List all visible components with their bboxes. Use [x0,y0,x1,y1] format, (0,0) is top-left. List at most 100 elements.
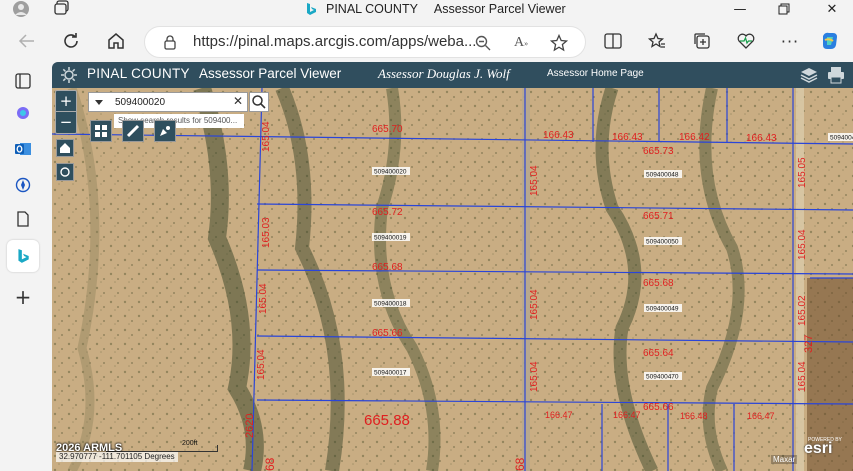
dim-165-04-v1: 165.04 [261,121,272,152]
draw-tool-button[interactable] [154,120,176,142]
restore-button[interactable] [770,0,798,18]
dim-166-47-c: 166.47 [747,411,775,421]
sidebar-outlook-icon[interactable] [12,138,34,160]
app-county-title: PINAL COUNTY [87,66,190,81]
dim-166-43-c: 166.43 [746,133,777,144]
dim-165-04-v3: 165.04 [256,349,267,380]
refresh-icon [64,33,78,48]
app-viewer-title: Assessor Parcel Viewer [199,66,342,81]
collections-icon[interactable] [691,30,713,52]
parcel-search-box: ✕ [88,92,248,112]
dim-327: 327 [803,335,815,353]
dim-165-04-e: 165.04 [797,229,808,260]
dim-2620: 2620 [244,414,256,438]
copilot-icon[interactable] [819,30,841,52]
print-icon[interactable] [827,66,845,84]
sidebar-bing-icon[interactable] [12,245,34,267]
assessor-name: Assessor Douglas J. Wolf [378,66,510,81]
back-arrow-icon [18,34,34,48]
dim-166-42: 166.42 [679,132,710,143]
locate-icon [60,167,70,177]
profile-avatar-icon[interactable] [10,0,32,18]
satellite-map[interactable]: 665.70 166.43 166.43 166.42 166.43 665.7… [52,88,853,471]
dim-166-43-b: 166.43 [612,132,643,143]
home-extent-icon [60,143,70,153]
url-text[interactable]: https://pinal.maps.arcgis.com/apps/weba.… [193,33,476,50]
parcel-id-509400050[interactable]: 509400050 [646,239,679,246]
locate-button[interactable] [56,163,74,181]
split-screen-icon[interactable] [602,30,624,52]
dim-165-04-e2: 165.04 [797,361,808,392]
dim-68-w: 68 [263,457,277,471]
favorite-star-icon[interactable] [549,33,569,53]
browser-essentials-icon[interactable] [735,30,757,52]
dim-665-73: 665.73 [643,146,674,157]
parcel-id-509400470[interactable]: 509400470 [646,374,679,381]
address-bar[interactable]: https://pinal.maps.arcgis.com/apps/weba.… [144,26,586,58]
grid-icon [95,125,107,137]
dim-166-48: 166.48 [680,411,708,421]
parcel-search-input[interactable] [115,94,225,110]
dim-165-04-road1: 165.04 [529,165,540,196]
layers-icon[interactable] [800,66,818,84]
bing-tab-icon [307,3,316,15]
dim-665-66-b: 665.66 [643,402,674,413]
ruler-icon [126,124,140,138]
assessor-home-link[interactable]: Assessor Home Page [547,68,644,79]
clear-search-icon[interactable]: ✕ [233,94,243,108]
dim-665-64: 665.64 [643,348,674,359]
sidebar-copilot-icon[interactable] [12,102,34,124]
lock-icon [164,35,176,50]
tab-actions-icon[interactable] [54,0,72,16]
dim-665-66: 665.66 [372,328,403,339]
home-button[interactable] [103,28,129,54]
favorites-icon[interactable] [646,30,668,52]
refresh-button[interactable] [58,28,84,54]
dim-166-47-b: 166.47 [613,410,641,420]
sidebar-tabs-icon[interactable] [12,70,34,92]
dim-165-03-v: 165.03 [261,217,272,248]
zoom-magnifier-icon[interactable] [473,33,493,53]
minimize-button[interactable]: — [726,0,754,18]
coordinate-readout: 32.970777 -111.701105 Degrees [56,452,178,462]
draw-icon [160,126,170,136]
parcel-id-509400017[interactable]: 509400017 [374,370,407,377]
more-options-icon[interactable]: ··· [779,30,801,52]
parcel-id-509400018[interactable]: 509400018 [374,301,407,308]
zoom-in-button[interactable]: + [56,91,76,111]
home-extent-button[interactable] [56,139,74,157]
dim-165-04-road2: 165.04 [529,289,540,320]
close-window-button[interactable]: ✕ [818,0,846,18]
app-header: PINAL COUNTY Assessor Parcel Viewer Asse… [52,62,853,88]
parcel-id-509400049[interactable]: 509400049 [646,306,679,313]
dim-665-68-b: 665.68 [643,278,674,289]
back-button[interactable] [14,28,40,54]
dim-665-70: 665.70 [372,124,403,135]
sidebar-add-icon[interactable]: + [12,285,34,309]
parcel-id-509400020[interactable]: 509400020 [374,169,407,176]
dim-68-road: 68 [513,457,527,471]
sidebar-games-icon[interactable] [12,174,34,196]
parcel-id-509400480[interactable]: 509400480 [830,135,853,142]
dim-665-71: 665.71 [643,211,674,222]
scale-label: 200ft [182,440,198,447]
measure-button[interactable] [122,120,144,142]
dim-165-02-e: 165.02 [797,295,808,326]
dim-665-68: 665.68 [372,262,403,273]
parcel-id-509400019[interactable]: 509400019 [374,235,407,242]
search-source-dropdown-icon[interactable] [93,96,105,108]
search-button[interactable] [249,92,269,112]
dim-665-88: 665.88 [364,412,410,429]
county-seal-icon [61,67,77,83]
sidebar-document-icon[interactable] [12,208,34,230]
read-aloud-icon[interactable]: A» [511,33,531,53]
home-icon [108,33,124,49]
dim-165-04-road3: 165.04 [529,361,540,392]
parcel-id-509400048[interactable]: 509400048 [646,172,679,179]
dim-166-43-a: 166.43 [543,130,574,141]
basemap-gallery-button[interactable] [90,120,112,142]
active-tab[interactable]: PINAL COUNTY Assessor Parcel Viewer [304,0,566,18]
zoom-out-button[interactable]: − [56,111,76,132]
zoom-control: + − [55,90,77,134]
tab-title-county: PINAL COUNTY [326,2,418,16]
